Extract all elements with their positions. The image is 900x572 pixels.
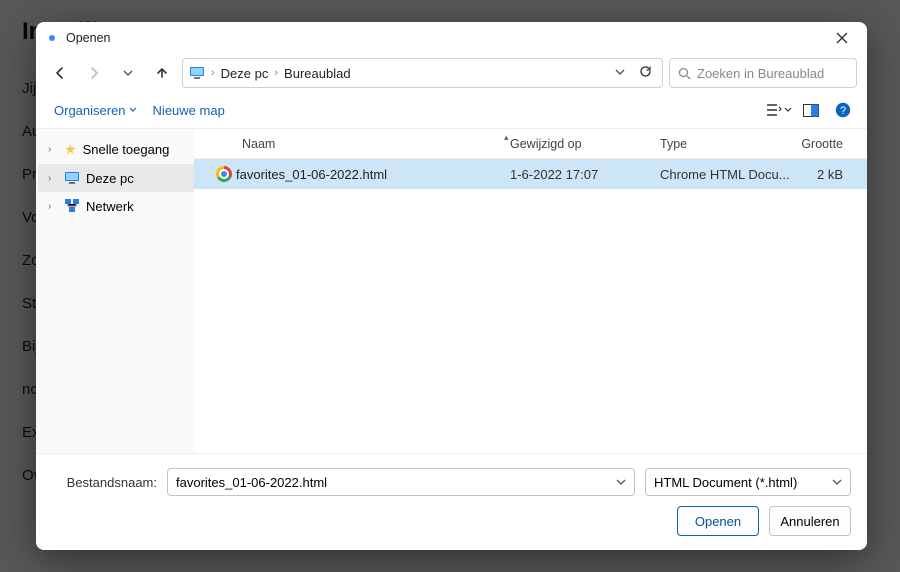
organize-button[interactable]: Organiseren bbox=[48, 99, 143, 122]
breadcrumb-separator-icon: › bbox=[211, 67, 215, 79]
network-icon bbox=[64, 198, 80, 214]
chevron-down-icon bbox=[784, 106, 792, 114]
close-button[interactable] bbox=[823, 27, 861, 49]
col-size[interactable]: Grootte bbox=[790, 137, 853, 151]
chrome-icon bbox=[216, 166, 236, 182]
filename-label: Bestandsnaam: bbox=[52, 475, 157, 490]
tree-item-this-pc[interactable]: › Deze pc bbox=[38, 164, 194, 192]
forward-button[interactable] bbox=[80, 59, 108, 87]
nav-tree: › ★ Snelle toegang › Deze pc › Netwerk bbox=[36, 129, 194, 453]
col-type[interactable]: Type bbox=[660, 137, 790, 151]
close-icon bbox=[836, 32, 848, 44]
file-modified: 1-6-2022 17:07 bbox=[510, 167, 660, 182]
file-list-pane: ▴ Naam Gewijzigd op Type Grootte favorit… bbox=[194, 129, 867, 453]
list-view-icon bbox=[766, 103, 782, 117]
search-input[interactable]: Zoeken in Bureaublad bbox=[669, 58, 857, 88]
refresh-icon bbox=[639, 65, 652, 78]
breadcrumb-separator-icon: › bbox=[274, 67, 278, 79]
nav-row: › Deze pc › Bureaublad Zoeken in Bureaub… bbox=[36, 50, 867, 94]
chevron-down-icon bbox=[615, 67, 625, 77]
help-button[interactable]: ? bbox=[829, 98, 857, 122]
command-bar: Organiseren Nieuwe map ? bbox=[36, 94, 867, 129]
breadcrumb-dropdown[interactable] bbox=[611, 62, 629, 84]
dialog-titlebar: Openen bbox=[36, 22, 867, 50]
tree-item-network[interactable]: › Netwerk bbox=[38, 192, 194, 220]
search-placeholder: Zoeken in Bureaublad bbox=[697, 66, 824, 81]
chevron-down-icon bbox=[123, 68, 133, 78]
back-button[interactable] bbox=[46, 59, 74, 87]
col-modified[interactable]: Gewijzigd op bbox=[510, 137, 660, 151]
preview-pane-icon bbox=[803, 104, 819, 117]
open-button[interactable]: Openen bbox=[677, 506, 759, 536]
chevron-right-icon: › bbox=[48, 144, 58, 155]
cancel-button[interactable]: Annuleren bbox=[769, 506, 851, 536]
chevron-down-icon bbox=[129, 106, 137, 114]
chevron-down-icon bbox=[832, 477, 842, 487]
arrow-left-icon bbox=[53, 66, 67, 80]
preview-pane-button[interactable] bbox=[797, 98, 825, 122]
refresh-button[interactable] bbox=[635, 61, 656, 85]
new-folder-button[interactable]: Nieuwe map bbox=[147, 99, 231, 122]
view-options-button[interactable] bbox=[765, 98, 793, 122]
sort-indicator-icon: ▴ bbox=[504, 132, 509, 143]
svg-text:?: ? bbox=[840, 105, 846, 117]
dialog-title: Openen bbox=[66, 31, 110, 45]
col-name[interactable]: Naam bbox=[242, 137, 510, 151]
star-icon: ★ bbox=[64, 141, 77, 158]
file-name: favorites_01-06-2022.html bbox=[236, 167, 510, 182]
help-icon: ? bbox=[835, 102, 851, 118]
file-row[interactable]: favorites_01-06-2022.html 1-6-2022 17:07… bbox=[194, 159, 867, 189]
breadcrumb-root[interactable]: Deze pc bbox=[221, 66, 269, 81]
filename-input[interactable]: favorites_01-06-2022.html bbox=[167, 468, 635, 496]
up-button[interactable] bbox=[148, 59, 176, 87]
address-bar[interactable]: › Deze pc › Bureaublad bbox=[182, 58, 663, 88]
column-headers[interactable]: ▴ Naam Gewijzigd op Type Grootte bbox=[194, 129, 867, 159]
dialog-footer: Bestandsnaam: favorites_01-06-2022.html … bbox=[36, 453, 867, 550]
file-type-filter[interactable]: HTML Document (*.html) bbox=[645, 468, 851, 496]
chevron-right-icon: › bbox=[48, 201, 58, 212]
chrome-icon bbox=[44, 30, 60, 46]
file-type: Chrome HTML Docu... bbox=[660, 167, 790, 182]
chevron-right-icon: › bbox=[48, 173, 58, 184]
chevron-down-icon bbox=[616, 477, 626, 487]
monitor-icon bbox=[64, 170, 80, 186]
monitor-icon bbox=[189, 65, 205, 81]
arrow-right-icon bbox=[87, 66, 101, 80]
file-size: 2 kB bbox=[790, 167, 853, 182]
arrow-up-icon bbox=[155, 66, 169, 80]
breadcrumb-leaf[interactable]: Bureaublad bbox=[284, 66, 351, 81]
search-icon bbox=[678, 67, 691, 80]
recent-button[interactable] bbox=[114, 59, 142, 87]
tree-item-quick-access[interactable]: › ★ Snelle toegang bbox=[38, 135, 194, 164]
file-open-dialog: Openen › Deze pc › bbox=[36, 22, 867, 550]
